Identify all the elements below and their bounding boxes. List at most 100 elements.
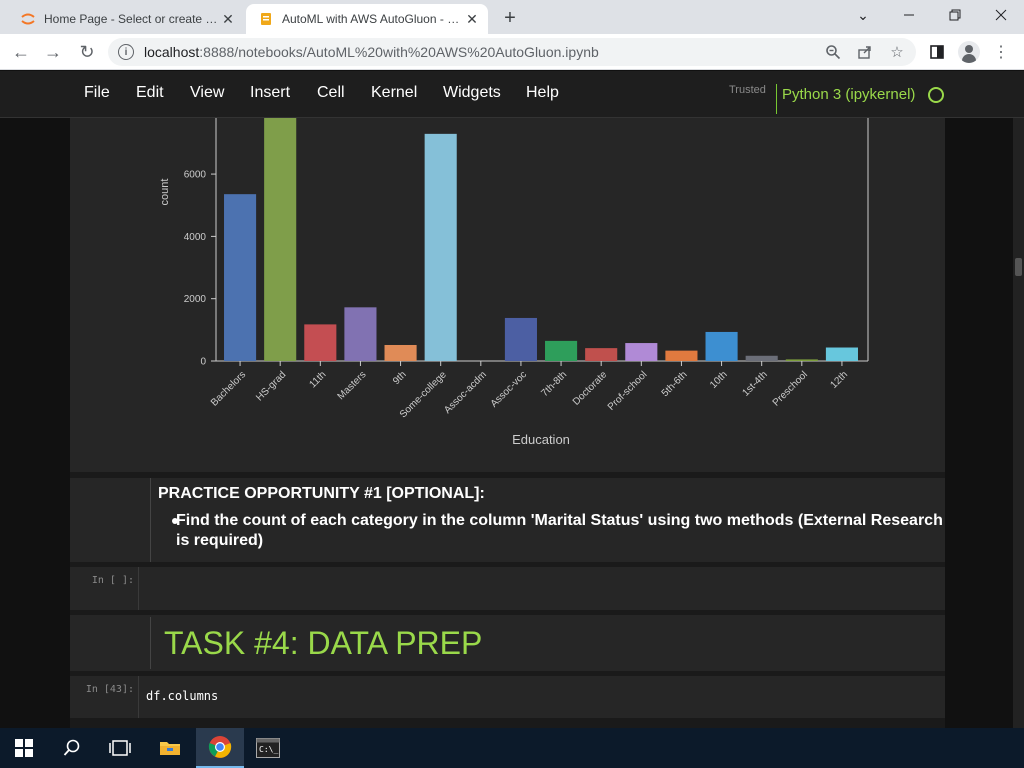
x-tick-label: Prof-school	[606, 369, 650, 413]
x-tick-label: HS-grad	[254, 369, 288, 403]
bar-1st-4th	[745, 355, 778, 361]
menu-cell[interactable]: Cell	[317, 84, 345, 102]
bar-11th	[304, 324, 337, 361]
x-tick-label: Assoc-acdm	[442, 369, 489, 416]
code-input[interactable]	[138, 567, 945, 610]
bar-Some-college	[424, 133, 457, 361]
bar-7th-8th	[545, 340, 578, 361]
task-heading: TASK #4: DATA PREP	[164, 625, 483, 661]
side-panel-icon[interactable]	[924, 39, 950, 65]
code-input[interactable]	[138, 676, 945, 718]
browser-toolbar: ← → ↻ i localhost:8888/notebooks/AutoML%…	[0, 34, 1024, 70]
browser-tab-strip: Home Page - Select or create a notebook …	[0, 0, 1024, 34]
site-info-icon[interactable]: i	[118, 44, 134, 60]
profile-avatar[interactable]	[956, 39, 982, 65]
jupyter-icon	[21, 13, 35, 25]
bar-Prof-school	[625, 343, 658, 361]
tab-search-icon[interactable]: ⌄	[840, 0, 886, 30]
menu-help[interactable]: Help	[526, 84, 559, 102]
file-explorer-icon[interactable]	[146, 728, 194, 768]
bar-HS-grad	[264, 118, 297, 361]
chrome-icon[interactable]	[196, 728, 244, 768]
tab-home-page[interactable]: Home Page - Select or create a notebook …	[8, 4, 244, 34]
reload-icon[interactable]: ↻	[74, 39, 100, 65]
x-tick-label: 10th	[708, 369, 730, 391]
bar-10th	[705, 331, 738, 361]
notebook-container: 0 2000 4000 6000 Bachelors HS-grad 11th Masters…	[70, 118, 945, 728]
task-view-icon[interactable]	[96, 728, 144, 768]
bar-Doctorate	[585, 348, 618, 361]
close-window-icon[interactable]	[978, 0, 1024, 30]
minimize-icon[interactable]	[886, 0, 932, 30]
restore-icon[interactable]	[932, 0, 978, 30]
code-cell-empty[interactable]: In [ ]:	[70, 567, 945, 610]
bar-Preschool	[785, 359, 818, 361]
y-tick-label: 0	[200, 357, 206, 368]
back-icon[interactable]: ←	[8, 39, 34, 65]
x-tick-label: Bachelors	[209, 369, 248, 408]
menu-file[interactable]: File	[84, 84, 110, 102]
education-count-chart: 0 2000 4000 6000 Bachelors HS-grad 11th Masters…	[76, 118, 941, 468]
url-path: :8888/notebooks/AutoML%20with%20AWS%20Au…	[199, 44, 599, 60]
tab-title: Home Page - Select or create a notebook	[44, 12, 218, 26]
practice-heading: PRACTICE OPPORTUNITY #1 [OPTIONAL]:	[158, 485, 485, 502]
kernel-name[interactable]: Python 3 (ipykernel)	[782, 86, 915, 103]
windows-taskbar: C:\_	[0, 728, 1024, 768]
menu-insert[interactable]: Insert	[250, 84, 290, 102]
x-tick-label: 12th	[829, 369, 851, 391]
menu-edit[interactable]: Edit	[136, 84, 164, 102]
practice-item: Find the count of each category in the c…	[176, 512, 943, 549]
notebook-icon	[261, 13, 271, 25]
trusted-indicator[interactable]: Trusted	[729, 84, 777, 114]
menu-kebab-icon[interactable]: ⋮	[988, 39, 1014, 65]
x-tick-label: Assoc-voc	[489, 369, 529, 409]
markdown-cell-task4[interactable]: TASK #4: DATA PREP	[70, 615, 945, 671]
bar-Assoc-voc	[504, 317, 537, 361]
zoom-icon[interactable]	[824, 43, 842, 61]
search-icon[interactable]	[48, 728, 96, 768]
y-tick-label: 6000	[184, 170, 207, 181]
markdown-cell-practice[interactable]: PRACTICE OPPORTUNITY #1 [OPTIONAL]: Find…	[70, 478, 945, 562]
terminal-icon[interactable]: C:\_	[244, 728, 292, 768]
x-tick-label: 7th-8th	[539, 369, 569, 399]
forward-icon[interactable]: →	[40, 39, 66, 65]
x-tick-label: Preschool	[771, 369, 810, 408]
tab-automl-notebook[interactable]: AutoML with AWS AutoGluon - Jupyter Note…	[246, 4, 488, 34]
address-bar[interactable]: i localhost:8888/notebooks/AutoML%20with…	[108, 38, 916, 66]
svg-text:C:\_: C:\_	[259, 745, 278, 754]
kernel-status-icon	[928, 87, 944, 103]
menu-kernel[interactable]: Kernel	[371, 84, 417, 102]
output-cell[interactable]: 0 2000 4000 6000 Bachelors HS-grad 11th Masters…	[70, 118, 945, 472]
windows-start-icon[interactable]	[0, 728, 48, 768]
bar-Masters	[344, 307, 377, 361]
y-tick-label: 4000	[184, 232, 207, 243]
close-icon[interactable]: ✕	[218, 9, 238, 29]
bar-12th	[825, 347, 858, 361]
bar-5th-6th	[665, 350, 698, 361]
y-axis-label: count	[159, 179, 171, 206]
y-tick-label: 2000	[184, 294, 207, 305]
x-tick-label: 9th	[391, 369, 409, 387]
cell-prompt: In [43]:	[85, 684, 134, 695]
x-axis-label: Education	[512, 432, 570, 447]
bar-9th	[384, 344, 417, 361]
x-tick-label: Masters	[336, 369, 369, 402]
scrollbar[interactable]	[1013, 118, 1024, 728]
scrollbar-thumb[interactable]	[1015, 258, 1022, 276]
code-cell-columns[interactable]: In [43]: df.columns	[70, 676, 945, 718]
menu-widgets[interactable]: Widgets	[443, 84, 501, 102]
new-tab-button[interactable]: +	[498, 6, 522, 30]
menu-view[interactable]: View	[190, 84, 224, 102]
bar-Bachelors	[224, 194, 257, 361]
share-icon[interactable]	[856, 43, 874, 61]
tab-title: AutoML with AWS AutoGluon - Jupyter Note…	[282, 12, 462, 26]
notebook-area[interactable]: 0 2000 4000 6000 Bachelors HS-grad 11th Masters…	[0, 118, 1024, 728]
close-icon[interactable]: ✕	[462, 9, 482, 29]
x-tick-label: 5th-6th	[660, 369, 690, 399]
x-tick-label: Doctorate	[571, 369, 610, 408]
bookmark-star-icon[interactable]: ☆	[888, 43, 906, 61]
url-host: localhost	[144, 44, 200, 60]
jupyter-menubar: File Edit View Insert Cell Kernel Widget…	[0, 71, 1024, 118]
code-text: df.columns	[146, 689, 219, 703]
x-tick-label: 1st-4th	[740, 369, 769, 398]
